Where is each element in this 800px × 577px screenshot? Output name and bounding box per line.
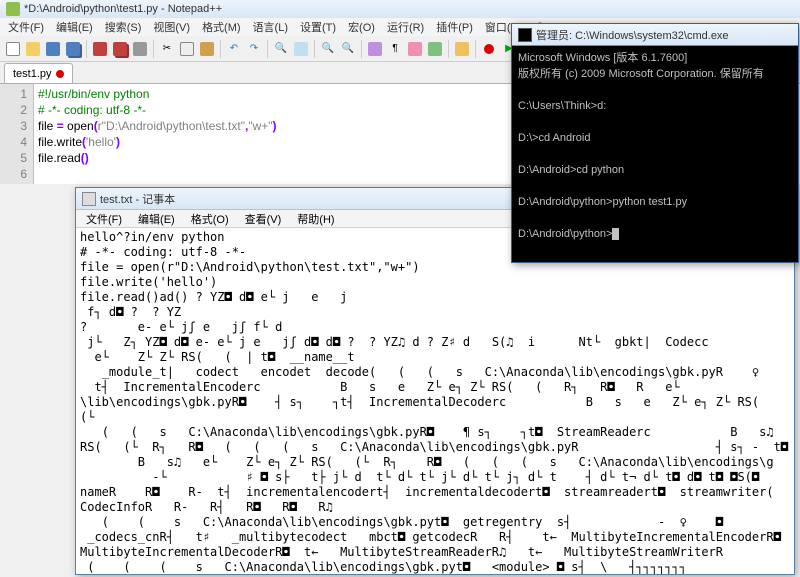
menu-language[interactable]: 语言(L) bbox=[247, 18, 294, 36]
indent-icon[interactable] bbox=[406, 40, 424, 58]
menu-macro[interactable]: 宏(O) bbox=[342, 18, 381, 36]
np-menu-file[interactable]: 文件(F) bbox=[78, 210, 130, 228]
zoom-in-icon[interactable]: 🔍 bbox=[319, 40, 337, 58]
notepad-title-text: test.txt - 记事本 bbox=[100, 191, 175, 207]
undo-icon[interactable]: ↶ bbox=[225, 40, 243, 58]
cmd-title-text: 管理员: C:\Windows\system32\cmd.exe bbox=[536, 27, 729, 43]
toolbar-sep bbox=[267, 40, 268, 58]
notepad-text-area[interactable]: hello^?in/env python # -*- coding: utf-8… bbox=[76, 228, 794, 574]
toolbar-sep bbox=[220, 40, 221, 58]
npp-app-icon bbox=[6, 2, 20, 16]
menu-settings[interactable]: 设置(T) bbox=[294, 18, 342, 36]
zoom-out-icon[interactable]: 🔍 bbox=[339, 40, 357, 58]
notepad-app-icon bbox=[82, 192, 96, 206]
save-icon[interactable] bbox=[44, 40, 62, 58]
menu-plugins[interactable]: 插件(P) bbox=[430, 18, 479, 36]
np-menu-view[interactable]: 查看(V) bbox=[237, 210, 290, 228]
npp-titlebar: *D:\Android\python\test1.py - Notepad++ bbox=[0, 0, 800, 18]
toolbar-sep bbox=[86, 40, 87, 58]
print-icon[interactable] bbox=[131, 40, 149, 58]
menu-format[interactable]: 格式(M) bbox=[196, 18, 247, 36]
redo-icon[interactable]: ↷ bbox=[245, 40, 263, 58]
menu-view[interactable]: 视图(V) bbox=[147, 18, 196, 36]
save-all-icon[interactable] bbox=[64, 40, 82, 58]
npp-title-text: *D:\Android\python\test1.py - Notepad++ bbox=[24, 3, 222, 15]
wrap-icon[interactable] bbox=[366, 40, 384, 58]
toolbar-sep bbox=[475, 40, 476, 58]
tab-test1-py[interactable]: test1.py bbox=[4, 63, 73, 83]
np-menu-help[interactable]: 帮助(H) bbox=[289, 210, 342, 228]
menu-edit[interactable]: 编辑(E) bbox=[50, 18, 99, 36]
toolbar-sep bbox=[448, 40, 449, 58]
cmd-window: 管理员: C:\Windows\system32\cmd.exe Microso… bbox=[511, 23, 799, 263]
np-menu-format[interactable]: 格式(O) bbox=[183, 210, 237, 228]
toolbar-sep bbox=[153, 40, 154, 58]
cmd-titlebar[interactable]: 管理员: C:\Windows\system32\cmd.exe bbox=[512, 24, 798, 46]
new-file-icon[interactable] bbox=[4, 40, 22, 58]
folder-icon[interactable] bbox=[453, 40, 471, 58]
menu-run[interactable]: 运行(R) bbox=[381, 18, 430, 36]
line-gutter: 1 2 3 4 5 6 bbox=[0, 84, 34, 184]
toolbar-sep bbox=[314, 40, 315, 58]
cmd-app-icon bbox=[518, 28, 532, 42]
lang-icon[interactable] bbox=[426, 40, 444, 58]
close-all-icon[interactable] bbox=[111, 40, 129, 58]
copy-icon[interactable] bbox=[178, 40, 196, 58]
modified-indicator-icon bbox=[56, 70, 64, 78]
cut-icon[interactable]: ✂ bbox=[158, 40, 176, 58]
open-file-icon[interactable] bbox=[24, 40, 42, 58]
showall-icon[interactable]: ¶ bbox=[386, 40, 404, 58]
cmd-cursor-icon bbox=[612, 228, 619, 240]
close-icon[interactable] bbox=[91, 40, 109, 58]
record-icon[interactable] bbox=[480, 40, 498, 58]
np-menu-edit[interactable]: 编辑(E) bbox=[130, 210, 183, 228]
tab-label: test1.py bbox=[13, 68, 52, 80]
menu-search[interactable]: 搜索(S) bbox=[99, 18, 148, 36]
find-icon[interactable]: 🔍 bbox=[272, 40, 290, 58]
toolbar-sep bbox=[361, 40, 362, 58]
menu-file[interactable]: 文件(F) bbox=[2, 18, 50, 36]
cmd-output[interactable]: Microsoft Windows [版本 6.1.7600] 版权所有 (c)… bbox=[512, 46, 798, 246]
replace-icon[interactable] bbox=[292, 40, 310, 58]
paste-icon[interactable] bbox=[198, 40, 216, 58]
